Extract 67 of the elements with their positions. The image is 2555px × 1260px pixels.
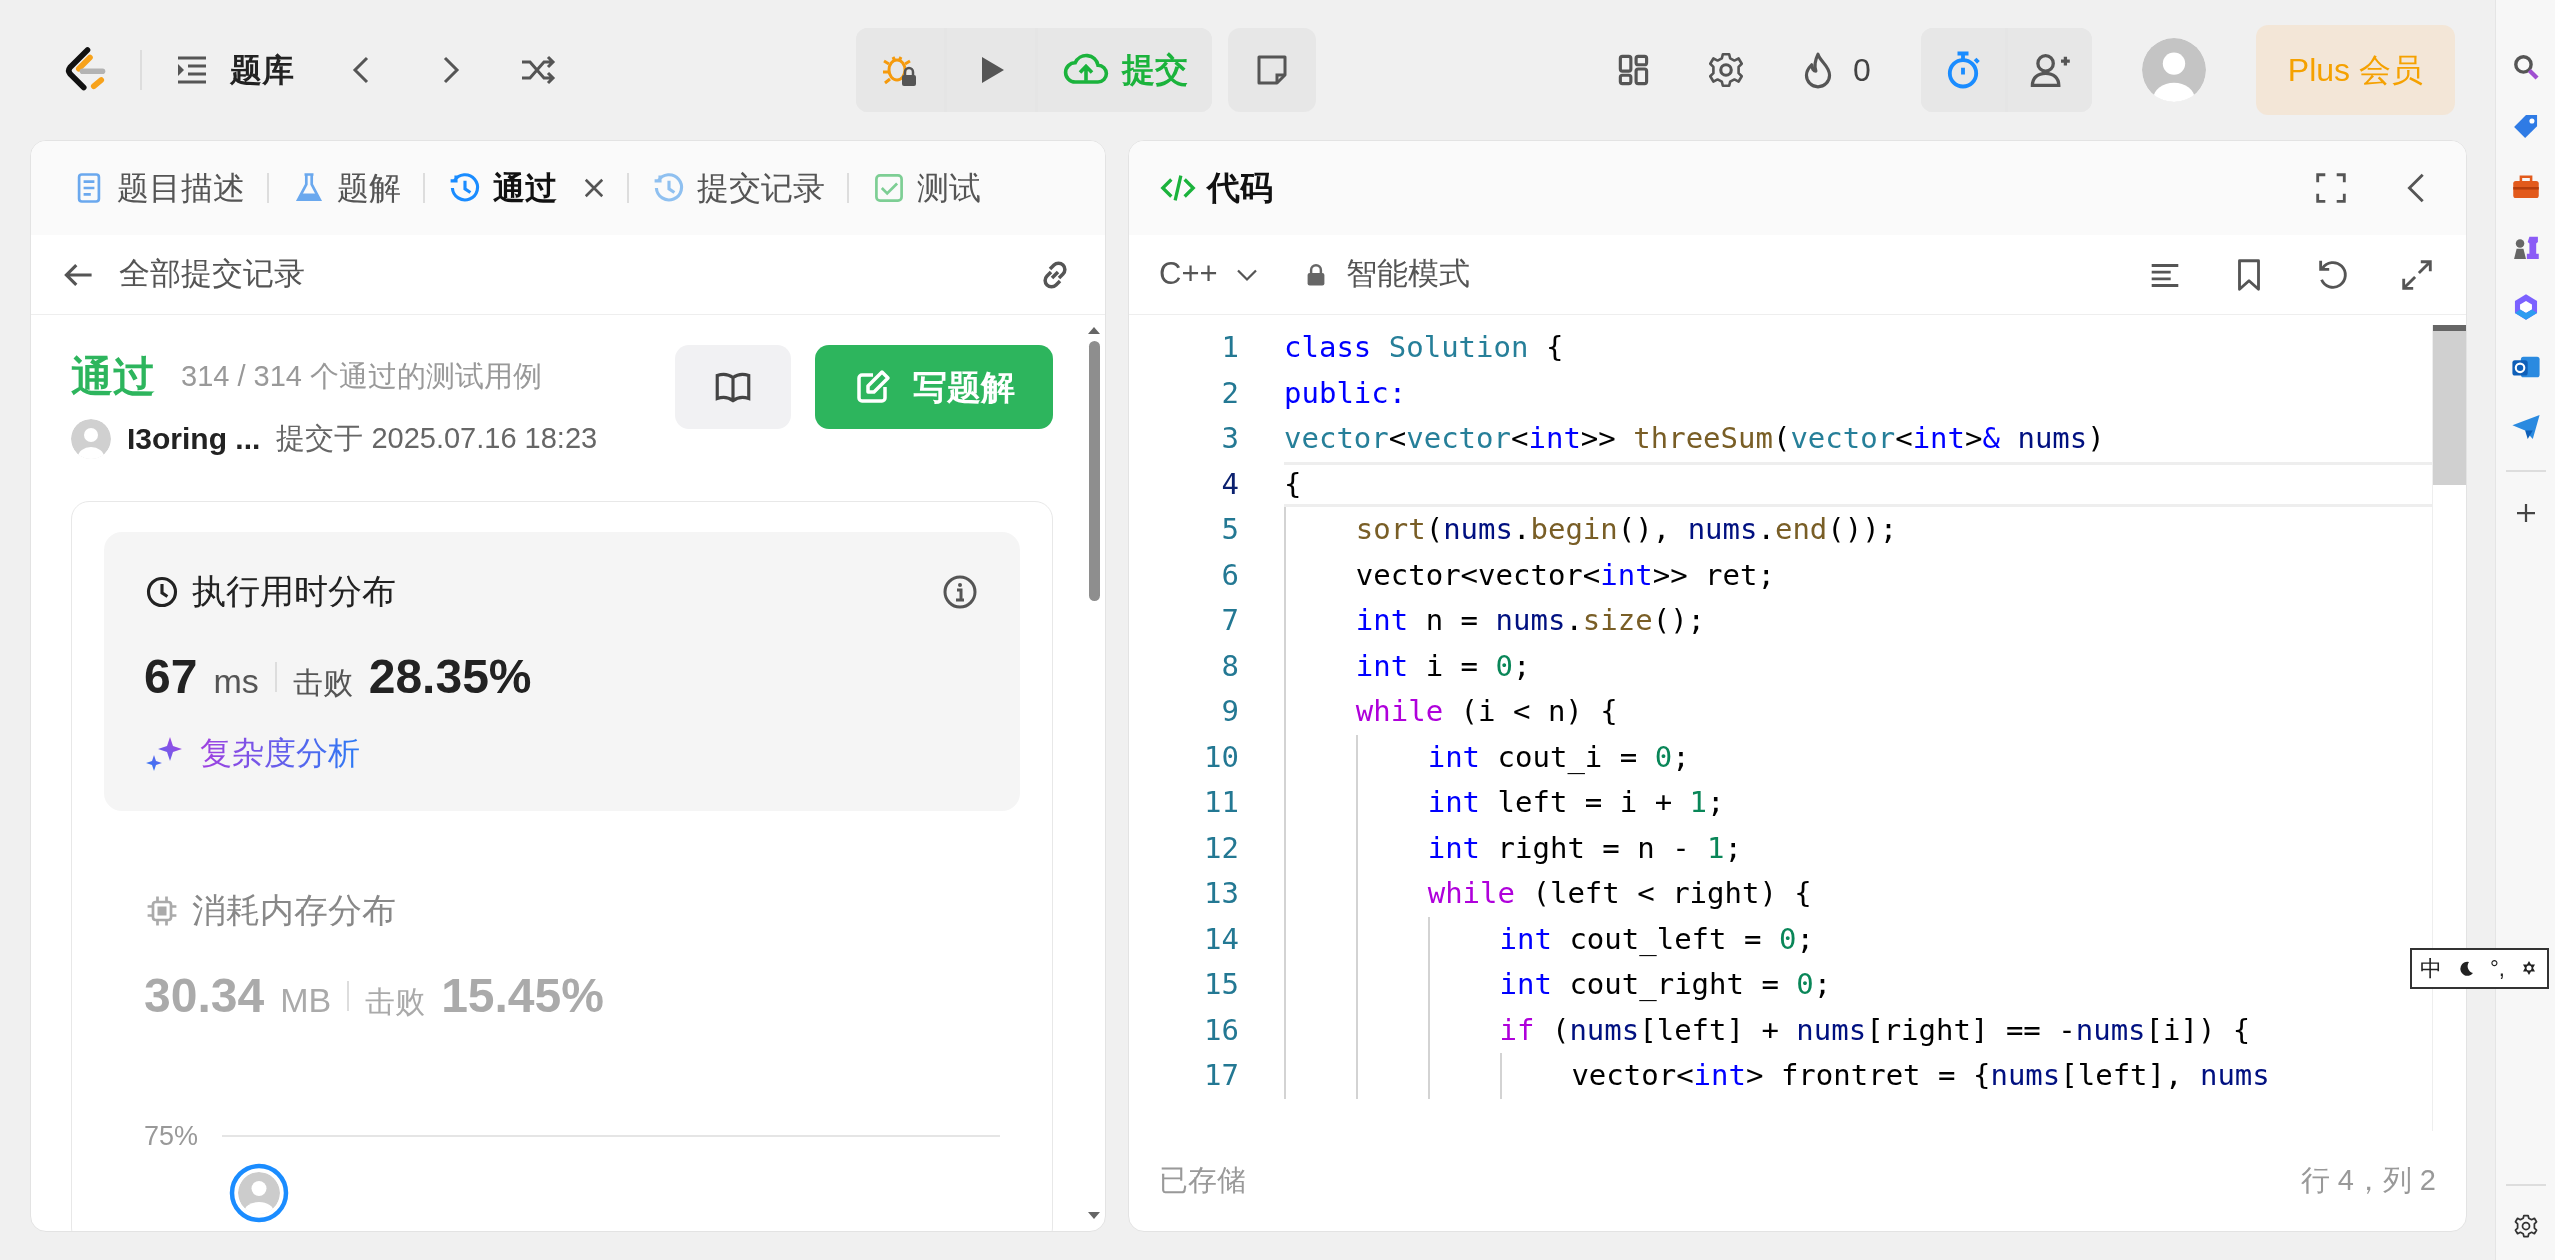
scrollbar-thumb[interactable] xyxy=(1088,341,1100,601)
code-line: public: xyxy=(1284,374,1408,412)
code-line: while (i < n) { xyxy=(1284,689,2432,735)
line-number: 6 xyxy=(1220,556,1239,594)
metric-value: 67 xyxy=(144,649,198,705)
code-line: int cout_i = 0; xyxy=(1284,734,2432,780)
language-dropdown[interactable]: C++ xyxy=(1159,251,1262,298)
code-line: int n = nums.size(); xyxy=(1284,598,2432,644)
metric-unit: ms xyxy=(213,661,259,702)
code-line: int left = i + 1; xyxy=(1284,780,2432,826)
code-line: int i = 0; xyxy=(1284,643,2432,689)
user-name: I3oring ... xyxy=(127,421,261,457)
line-number: 11 xyxy=(1203,784,1239,821)
code-line: vector<int> frontret = {nums[left], nums xyxy=(1284,1053,2432,1099)
panel-title: 代码 xyxy=(1207,168,1273,209)
back-link[interactable]: 全部提交记录 xyxy=(119,251,305,298)
line-number: 5 xyxy=(1220,511,1239,548)
metric-value: 30.34 xyxy=(144,968,265,1024)
axis-label: 75% xyxy=(144,1120,199,1153)
panel-tab[interactable]: 通过 xyxy=(443,164,561,212)
line-number: 16 xyxy=(1203,1011,1239,1049)
scroll-down-icon[interactable] xyxy=(1086,1211,1102,1221)
code-line: while (left < right) { xyxy=(1284,871,2432,917)
line-number: 9 xyxy=(1220,693,1239,730)
code-line: if (nums[left] + nums[right] == -nums[i]) { xyxy=(1284,1007,2432,1053)
code-line: vector<vector<int>> ret; xyxy=(1284,552,2432,598)
user-avatar xyxy=(71,418,111,459)
line-number: 12 xyxy=(1203,829,1239,867)
scroll-up-icon[interactable] xyxy=(1086,325,1102,335)
solutions-button[interactable] xyxy=(675,345,791,429)
test-cases-text: 314 / 314 个通过的测试用例 xyxy=(181,358,542,394)
line-number: 1 xyxy=(1220,329,1239,366)
panel-tab[interactable]: 题目描述 xyxy=(67,164,249,212)
line-number: 10 xyxy=(1203,738,1239,776)
line-number: 3 xyxy=(1220,420,1239,457)
panel-tab[interactable]: 测试 xyxy=(867,164,985,212)
user-marker xyxy=(229,1162,289,1223)
beat-percent: 15.45% xyxy=(441,968,604,1024)
metric-title: 消耗内存分布 xyxy=(192,890,396,931)
problem-list-button[interactable]: 题库 xyxy=(172,46,294,94)
submit-time: 提交于 2025.07.16 18:23 xyxy=(276,420,598,456)
line-number: 17 xyxy=(1203,1057,1239,1094)
punctuation-toggle[interactable]: °, xyxy=(2490,952,2505,985)
code-line: { xyxy=(1284,461,2432,507)
metric-unit: MB xyxy=(280,980,332,1021)
mode-label: 智能模式 xyxy=(1345,255,1470,294)
save-status: 已存储 xyxy=(1159,1163,1246,1199)
line-number: 4 xyxy=(1220,465,1239,503)
code-line: class Solution { xyxy=(1284,329,1565,366)
line-number: 7 xyxy=(1220,602,1239,639)
code-line: int right = n - 1; xyxy=(1284,825,2432,871)
line-number: 2 xyxy=(1220,374,1239,412)
beat-label: 击败 xyxy=(292,665,353,701)
beat-percent: 28.35% xyxy=(368,649,532,705)
code-line: sort(nums.begin(), nums.end()); xyxy=(1284,507,2432,553)
panel-tab[interactable]: 提交记录 xyxy=(647,164,829,212)
panel-tab[interactable]: 题解 xyxy=(287,164,405,212)
line-number: 13 xyxy=(1203,875,1239,912)
line-number: 15 xyxy=(1203,966,1239,1003)
code-line: vector<vector<int>> threeSum(vector<int>& nums) xyxy=(1284,420,2106,457)
beat-label: 击败 xyxy=(365,984,426,1020)
metric-title: 执行用时分布 xyxy=(192,571,396,612)
cursor-position: 行 4，列 2 xyxy=(2300,1163,2436,1199)
line-number: 14 xyxy=(1203,920,1239,958)
streak-button[interactable]: 0 xyxy=(1797,46,1871,94)
status-text: 通过 xyxy=(71,352,155,402)
line-number: 8 xyxy=(1220,647,1239,685)
